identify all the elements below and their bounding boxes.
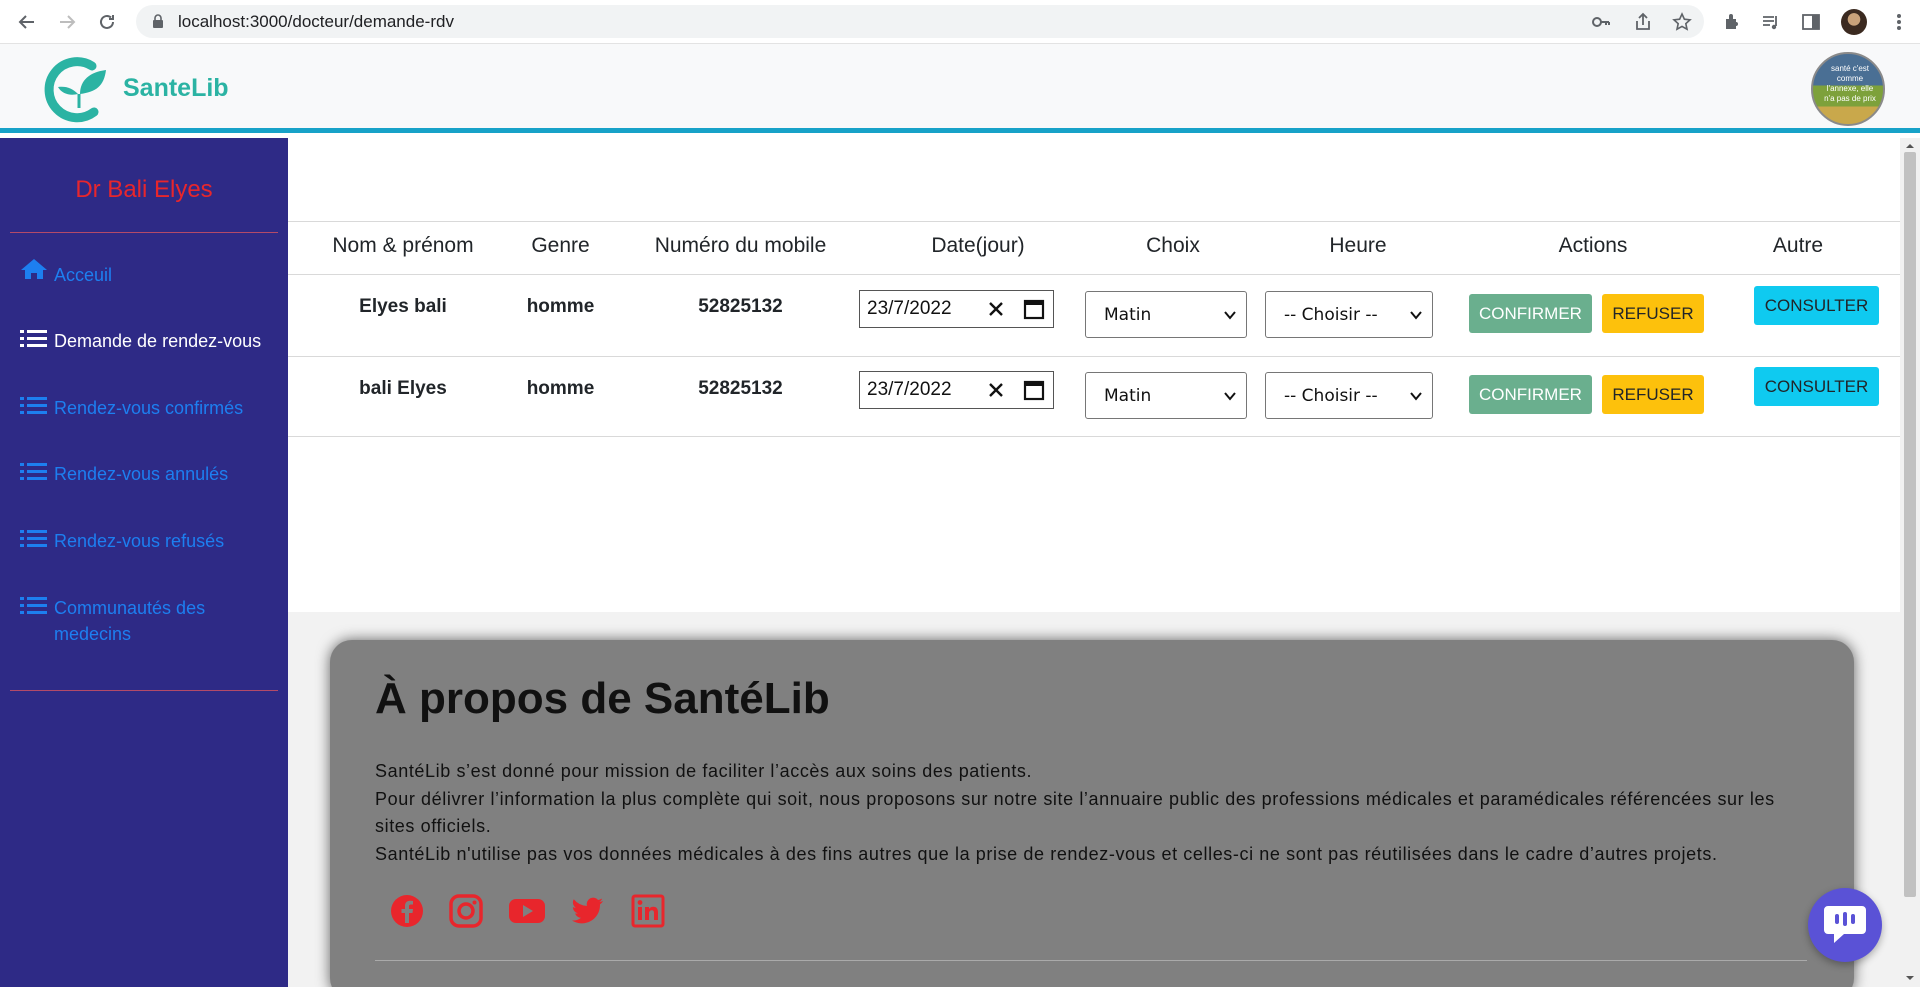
chevron-down-icon	[1410, 392, 1422, 401]
sidebar-item-acceuil[interactable]: Acceuil	[20, 258, 112, 288]
about-paragraph: Pour délivrer l’information la plus comp…	[375, 788, 1775, 837]
row-divider	[288, 356, 1900, 357]
sidebar-item-rdv-confirmes[interactable]: Rendez-vous confirmés	[20, 395, 243, 421]
back-icon[interactable]	[15, 10, 39, 34]
cell-mobile: 52825132	[698, 296, 783, 317]
header-nom-prenom: Nom & prénom	[332, 234, 474, 257]
header-heure: Heure	[1329, 234, 1387, 257]
choix-select[interactable]: Matin	[1085, 291, 1247, 338]
appointment-requests-table: Nom & prénom Genre Numéro du mobile Date…	[288, 138, 1900, 612]
reload-icon[interactable]	[95, 10, 119, 34]
sidebar-divider	[10, 690, 278, 691]
sidebar: Dr Bali Elyes Acceuil Demande de rendez-…	[0, 138, 288, 987]
sidebar-item-demande-rdv[interactable]: Demande de rendez-vous	[20, 328, 261, 354]
confirm-button[interactable]: CONFIRMER	[1469, 375, 1592, 414]
footer-divider	[375, 960, 1807, 961]
scroll-up-icon[interactable]	[1906, 142, 1914, 150]
header-mobile: Numéro du mobile	[654, 234, 827, 257]
url-text[interactable]: localhost:3000/docteur/demande-rdv	[178, 12, 454, 32]
sidebar-item-rdv-refuses[interactable]: Rendez-vous refusés	[20, 528, 224, 554]
date-value: 23/7/2022	[867, 298, 952, 319]
share-icon[interactable]	[1632, 11, 1654, 33]
chevron-down-icon	[1224, 392, 1236, 401]
about-title: À propos de SantéLib	[375, 674, 830, 723]
scroll-down-icon[interactable]	[1906, 974, 1914, 982]
calendar-icon[interactable]	[1023, 379, 1045, 401]
header-choix: Choix	[1146, 234, 1200, 257]
instagram-icon[interactable]	[448, 893, 484, 929]
row-divider	[288, 436, 1900, 437]
header-autre: Autre	[1772, 234, 1824, 257]
scrollbar-thumb[interactable]	[1904, 152, 1916, 897]
chevron-down-icon	[1224, 311, 1236, 320]
sidebar-item-rdv-annules[interactable]: Rendez-vous annulés	[20, 461, 228, 487]
list-icon	[20, 597, 47, 614]
list-icon	[20, 397, 47, 414]
facebook-icon[interactable]	[389, 893, 425, 929]
row-divider	[288, 274, 1900, 275]
cell-name: bali Elyes	[359, 378, 447, 399]
chat-button[interactable]	[1808, 888, 1882, 962]
heure-select[interactable]: -- Choisir --	[1265, 372, 1433, 419]
cell-genre: homme	[526, 378, 595, 399]
key-icon[interactable]	[1590, 11, 1612, 33]
cell-name: Elyes bali	[359, 296, 447, 317]
consult-button[interactable]: CONSULTER	[1754, 286, 1879, 325]
refuse-button[interactable]: REFUSER	[1602, 375, 1704, 414]
consult-button[interactable]: CONSULTER	[1754, 367, 1879, 406]
chat-bubble-icon	[1824, 906, 1866, 943]
confirm-button[interactable]: CONFIRMER	[1469, 294, 1592, 333]
about-paragraph: SantéLib s’est donné pour mission de fac…	[375, 761, 1033, 781]
menu-dots-icon[interactable]	[1888, 11, 1910, 33]
clear-icon[interactable]	[985, 379, 1007, 401]
sidebar-divider	[10, 232, 278, 233]
extensions-icon[interactable]	[1721, 11, 1743, 33]
calendar-icon[interactable]	[1023, 298, 1045, 320]
date-input[interactable]: 23/7/2022	[859, 371, 1054, 409]
list-icon	[20, 463, 47, 480]
clear-icon[interactable]	[985, 298, 1007, 320]
about-text: SantéLib s’est donné pour mission de fac…	[375, 758, 1815, 868]
header-genre: Genre	[531, 234, 590, 257]
home-icon	[21, 259, 47, 279]
chevron-down-icon	[1410, 311, 1422, 320]
lock-icon	[153, 14, 163, 28]
avatar-caption: santé c'est comme l'annexe, elle n'a pas…	[1824, 64, 1876, 103]
side-panel-icon[interactable]	[1800, 11, 1822, 33]
browser-profile-avatar[interactable]	[1841, 9, 1867, 35]
about-paragraph: SantéLib n'utilise pas vos données médic…	[375, 843, 1718, 864]
forward-icon[interactable]	[55, 10, 79, 34]
linkedin-icon[interactable]	[630, 893, 666, 929]
twitter-icon[interactable]	[570, 893, 606, 929]
page-scrollbar[interactable]	[1900, 138, 1920, 987]
refuse-button[interactable]: REFUSER	[1602, 294, 1704, 333]
browser-toolbar: localhost:3000/docteur/demande-rdv	[0, 0, 1920, 44]
list-icon	[20, 530, 47, 547]
cell-mobile: 52825132	[698, 378, 783, 399]
list-icon	[20, 330, 47, 347]
santelib-logo-icon[interactable]	[42, 54, 120, 124]
bookmark-star-icon[interactable]	[1671, 11, 1693, 33]
table-top-border	[288, 221, 1900, 222]
sidebar-item-communautes[interactable]: Communautés des medecins	[20, 595, 250, 647]
media-icon[interactable]	[1760, 11, 1782, 33]
heure-select[interactable]: -- Choisir --	[1265, 291, 1433, 338]
header-date: Date(jour)	[931, 234, 1025, 257]
user-avatar[interactable]: santé c'est comme l'annexe, elle n'a pas…	[1811, 52, 1885, 126]
choix-select[interactable]: Matin	[1085, 372, 1247, 419]
date-value: 23/7/2022	[867, 379, 952, 400]
logo-text[interactable]: SanteLib	[123, 74, 229, 103]
header-actions: Actions	[1558, 234, 1628, 257]
date-input[interactable]: 23/7/2022	[859, 290, 1054, 328]
youtube-icon[interactable]	[508, 893, 546, 929]
cell-genre: homme	[526, 296, 595, 317]
about-card: À propos de SantéLib SantéLib s’est donn…	[330, 640, 1854, 987]
app-header: SanteLib santé c'est comme l'annexe, ell…	[0, 44, 1920, 133]
doctor-name: Dr Bali Elyes	[75, 176, 213, 203]
